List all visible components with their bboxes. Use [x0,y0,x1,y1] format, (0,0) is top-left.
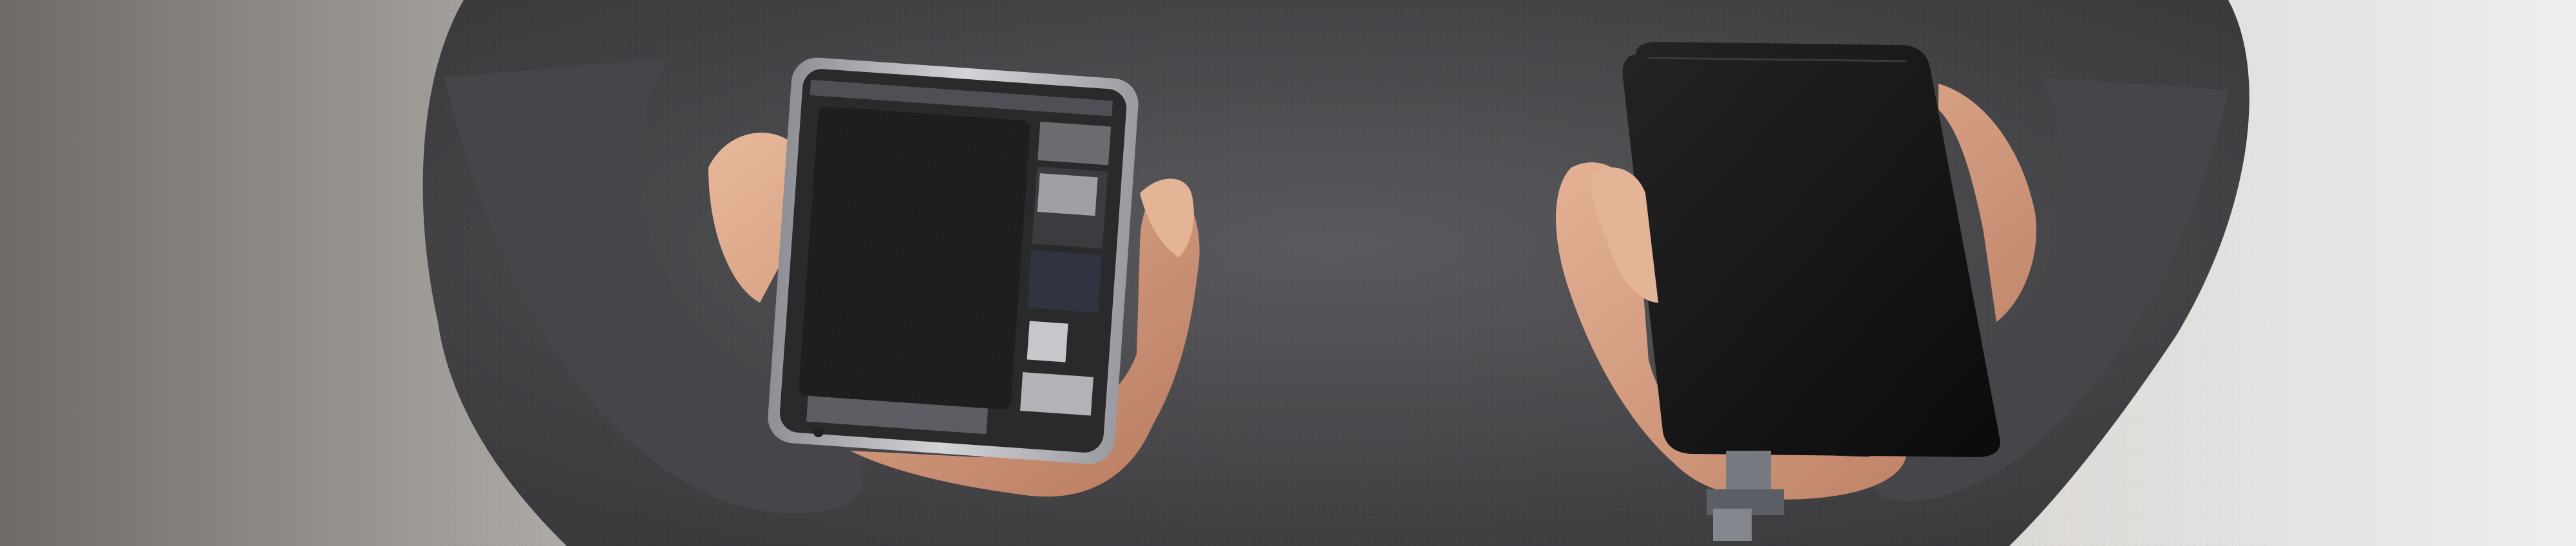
photo-scene [0,0,2576,546]
photo-illustration [0,0,2576,546]
opened-phone [768,57,1139,464]
